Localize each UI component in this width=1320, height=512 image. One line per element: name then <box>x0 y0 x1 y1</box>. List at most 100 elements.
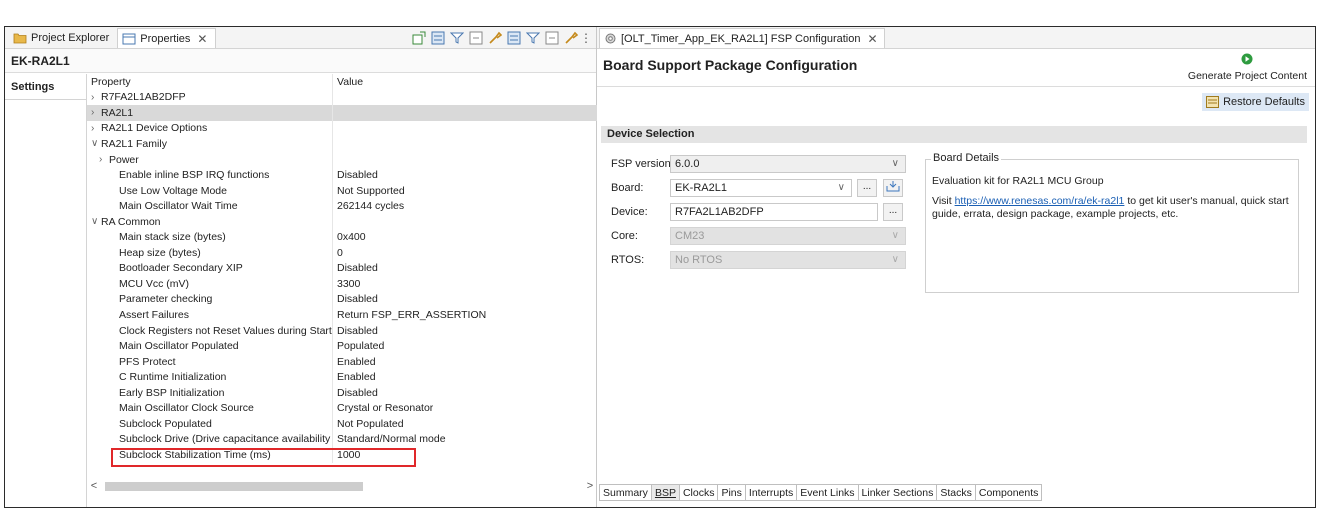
property-value[interactable]: 1000 <box>333 449 360 461</box>
view-menu-icon[interactable]: ⋮ <box>580 30 592 46</box>
property-row[interactable]: Main stack size (bytes) 0x400 <box>87 229 597 246</box>
tab-interrupts[interactable]: Interrupts <box>745 484 798 501</box>
property-value[interactable]: Disabled <box>333 293 378 305</box>
property-label: PFS Protect <box>119 355 176 368</box>
scroll-right-arrow-icon[interactable]: > <box>583 480 597 492</box>
property-value[interactable]: 0x400 <box>333 231 366 243</box>
property-row[interactable]: Bootloader Secondary XIP Disabled <box>87 260 597 277</box>
chevron-right-icon[interactable]: › <box>99 154 109 165</box>
close-icon[interactable]: ✕ <box>197 32 207 46</box>
tab-pins[interactable]: Pins <box>718 484 746 501</box>
property-row[interactable]: C Runtime Initialization Enabled <box>87 369 597 385</box>
property-name: Early BSP Initialization <box>87 384 333 401</box>
tab-project-explorer[interactable]: Project Explorer <box>9 28 117 48</box>
show-categories-icon-2[interactable] <box>506 30 522 46</box>
property-value[interactable]: Standard/Normal mode <box>333 433 446 445</box>
device-label: Device: <box>611 206 648 218</box>
show-categories-icon[interactable] <box>430 30 446 46</box>
property-row[interactable]: Use Low Voltage Mode Not Supported <box>87 182 597 199</box>
property-value[interactable]: 262144 cycles <box>333 200 404 212</box>
device-selection-header: Device Selection <box>601 126 1307 143</box>
scroll-left-arrow-icon[interactable]: < <box>87 480 101 492</box>
chevron-down-icon[interactable]: ∨ <box>91 216 101 227</box>
property-value[interactable]: Enabled <box>333 356 376 368</box>
property-row[interactable]: PFS Protect Enabled <box>87 353 597 370</box>
property-value[interactable]: Disabled <box>333 387 378 399</box>
restore-defaults-label: Restore Defaults <box>1223 96 1305 108</box>
property-value[interactable]: Return FSP_ERR_ASSERTION <box>333 309 486 321</box>
property-value[interactable]: Enabled <box>333 371 376 383</box>
wrench-icon-2[interactable] <box>563 30 579 46</box>
property-row[interactable]: ∨ RA Common <box>87 213 597 230</box>
filter-icon-2[interactable] <box>525 30 541 46</box>
property-value[interactable]: Not Populated <box>333 418 404 430</box>
chevron-right-icon[interactable]: › <box>91 123 101 134</box>
board-select[interactable]: EK-RA2L1 ∨ <box>670 179 852 197</box>
property-value[interactable]: Crystal or Resonator <box>333 402 433 414</box>
property-row[interactable]: › Power <box>87 151 597 168</box>
filter-icon[interactable] <box>449 30 465 46</box>
property-row[interactable]: Enable inline BSP IRQ functions Disabled <box>87 167 597 183</box>
property-row[interactable]: Main Oscillator Clock Source Crystal or R… <box>87 400 597 417</box>
scroll-track[interactable] <box>101 481 583 491</box>
tab-clocks[interactable]: Clocks <box>679 484 719 501</box>
property-row[interactable]: Parameter checking Disabled <box>87 291 597 308</box>
wrench-icon[interactable] <box>487 30 503 46</box>
device-browse-button[interactable]: ... <box>883 203 903 221</box>
tab-event-links[interactable]: Event Links <box>797 484 859 501</box>
board-browse-button[interactable]: ... <box>857 179 877 197</box>
property-row[interactable]: › RA2L1 <box>87 105 597 121</box>
tab-summary[interactable]: Summary <box>599 484 652 501</box>
visit-prefix: Visit <box>932 195 955 207</box>
chevron-down-icon[interactable]: ∨ <box>91 138 101 149</box>
tab-linker-sections[interactable]: Linker Sections <box>858 484 938 501</box>
tab-stacks[interactable]: Stacks <box>937 484 976 501</box>
property-value[interactable]: 0 <box>333 247 343 259</box>
property-name: Subclock Stabilization Time (ms) <box>87 447 333 463</box>
property-row[interactable]: Subclock Drive (Drive capacitance availa… <box>87 431 597 448</box>
property-row[interactable]: Main Oscillator Populated Populated <box>87 338 597 354</box>
tab-bsp[interactable]: BSP <box>651 484 680 501</box>
property-row[interactable]: ∨ RA2L1 Family <box>87 136 597 152</box>
tab-components[interactable]: Components <box>975 484 1043 501</box>
property-row[interactable]: › RA2L1 Device Options <box>87 120 597 137</box>
property-row[interactable]: MCU Vcc (mV) 3300 <box>87 276 597 292</box>
scroll-thumb[interactable] <box>105 482 363 491</box>
board-label: Board: <box>611 182 644 194</box>
tab-properties[interactable]: Properties ✕ <box>117 28 217 48</box>
generate-project-content-button[interactable]: Generate Project Content <box>1188 53 1307 82</box>
property-name: PFS Protect <box>87 353 333 370</box>
property-row[interactable]: Assert Failures Return FSP_ERR_ASSERTION <box>87 307 597 323</box>
restore-defaults-button[interactable]: Restore Defaults <box>1202 93 1309 111</box>
property-row[interactable]: Heap size (bytes) 0 <box>87 245 597 261</box>
property-row[interactable]: Subclock Stabilization Time (ms) 1000 <box>87 447 597 463</box>
property-row[interactable]: Main Oscillator Wait Time 262144 cycles <box>87 198 597 214</box>
property-value[interactable]: Populated <box>333 340 384 352</box>
property-row[interactable]: Subclock Populated Not Populated <box>87 416 597 432</box>
property-label: RA Common <box>101 215 161 228</box>
device-field[interactable]: R7FA2L1AB2DFP <box>670 203 878 221</box>
board-details-group: Evaluation kit for RA2L1 MCU Group Visit… <box>925 159 1299 293</box>
tab-properties-label: Properties <box>140 32 191 45</box>
chevron-right-icon[interactable]: › <box>91 107 101 118</box>
property-row[interactable]: Early BSP Initialization Disabled <box>87 384 597 401</box>
pin-editor-icon[interactable] <box>411 30 427 46</box>
fsp-version-select[interactable]: 6.0.0 ∨ <box>670 155 906 173</box>
property-row[interactable]: Clock Registers not Reset Values during … <box>87 322 597 339</box>
collapse-icon-2[interactable] <box>544 30 560 46</box>
property-value[interactable]: Disabled <box>333 325 378 337</box>
property-row[interactable]: › R7FA2L1AB2DFP <box>87 89 597 106</box>
kit-link[interactable]: https://www.renesas.com/ra/ek-ra2l1 <box>955 195 1125 207</box>
property-value[interactable]: Disabled <box>333 169 378 181</box>
chevron-right-icon[interactable]: › <box>91 92 101 103</box>
property-value[interactable]: Disabled <box>333 262 378 274</box>
horizontal-scrollbar[interactable]: < > <box>87 479 597 493</box>
tab-fsp-configuration[interactable]: [OLT_Timer_App_EK_RA2L1] FSP Configurati… <box>599 28 885 48</box>
close-icon[interactable]: ✕ <box>867 32 877 46</box>
settings-tab[interactable]: Settings <box>5 74 86 100</box>
board-visit-text: Visit https://www.renesas.com/ra/ek-ra2l… <box>932 195 1292 221</box>
property-value[interactable]: 3300 <box>333 278 360 290</box>
property-value[interactable]: Not Supported <box>333 185 405 197</box>
collapse-icon[interactable] <box>468 30 484 46</box>
import-board-button[interactable] <box>883 179 903 197</box>
